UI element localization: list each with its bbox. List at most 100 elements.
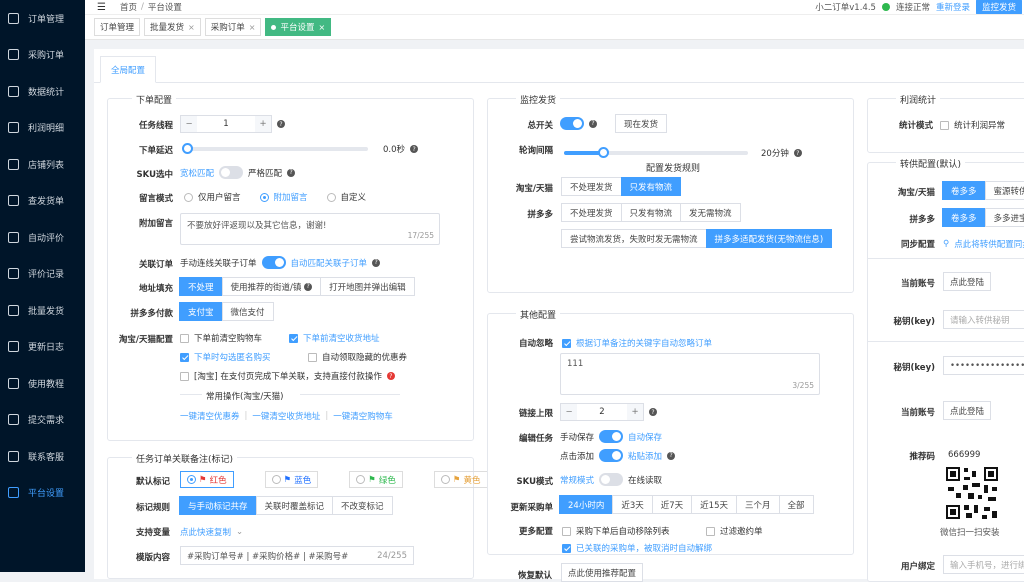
chk-filter-invite[interactable] (706, 527, 715, 536)
bind-input[interactable]: 输入手机号，进行绑定 (943, 555, 1024, 574)
chevron-down-icon[interactable]: ⌄ (236, 527, 243, 537)
help-icon[interactable]: ? (287, 169, 295, 177)
sidebar-item-13[interactable]: 平台设置 (0, 475, 85, 512)
sidebar-item-9[interactable]: 更新日志 (0, 329, 85, 366)
rule-nochange-button[interactable]: 不改变标记 (332, 496, 393, 515)
menu-toggle-icon[interactable]: ☰ (97, 2, 106, 13)
ignore-textarea[interactable]: 111 3/255 (560, 353, 820, 395)
sidebar-item-2[interactable]: 数据统计 (0, 73, 85, 110)
extra-msg-textarea[interactable]: 不要放好评返现以及其它信息，谢谢! 17/255 (180, 213, 440, 245)
update-3m-button[interactable]: 三个月 (736, 495, 780, 514)
pdd-logistics-button[interactable]: 只发有物流 (621, 203, 682, 222)
color-red-option[interactable]: ⚑红色 (180, 471, 234, 488)
sidebar-item-8[interactable]: 批量发货 (0, 292, 85, 329)
key2-input[interactable]: •••••••••••••••••••••• (943, 356, 1024, 375)
help-icon[interactable]: ? (410, 145, 418, 153)
sidebar-item-10[interactable]: 使用教程 (0, 365, 85, 402)
transfer-tb-miyuan-button[interactable]: 蜜源转供 (985, 181, 1024, 200)
master-switch[interactable] (560, 117, 584, 130)
link-order-switch[interactable] (262, 256, 286, 269)
chk-coupon[interactable] (308, 353, 317, 362)
pdd-adapt-button[interactable]: 拼多多适配发货(无物流信息) (706, 229, 833, 248)
transfer-tb-jdd-button[interactable]: 卷多多 (942, 181, 986, 200)
login-button[interactable]: 点此登陆 (943, 272, 991, 291)
update-all-button[interactable]: 全部 (779, 495, 814, 514)
help-icon[interactable]: ? (589, 120, 597, 128)
help-icon[interactable]: ? (304, 283, 312, 291)
sku-match-switch[interactable] (219, 166, 243, 179)
help-icon[interactable]: ? (667, 452, 675, 460)
thread-stepper[interactable]: − 1 + (180, 115, 272, 133)
relogin-link[interactable]: 重新登录 (936, 1, 970, 13)
key-input[interactable]: 请输入转供秘钥 (943, 310, 1024, 329)
update-7d-button[interactable]: 近7天 (652, 495, 692, 514)
sidebar-item-7[interactable]: 评价记录 (0, 256, 85, 293)
thread-minus-button[interactable]: − (181, 116, 197, 132)
sku-mode-switch[interactable] (599, 473, 623, 486)
tab-global-config[interactable]: 全局配置 (100, 56, 156, 83)
tag-tab-1[interactable]: 批量发货× (144, 18, 201, 36)
delay-slider-knob[interactable] (182, 143, 193, 154)
login2-button[interactable]: 点此登陆 (943, 401, 991, 420)
sidebar-item-3[interactable]: 利润明细 (0, 110, 85, 147)
poll-slider-knob[interactable] (598, 147, 609, 158)
sidebar-item-6[interactable]: 自动评价 (0, 219, 85, 256)
color-yellow-option[interactable]: ⚑黄色 (434, 471, 488, 488)
link-clear-coupon[interactable]: 一键清空优惠券 (180, 410, 240, 422)
update-15d-button[interactable]: 近15天 (691, 495, 737, 514)
radio-user-only[interactable] (184, 193, 193, 202)
transfer-pdd-jdd-button[interactable]: 卷多多 (942, 208, 986, 227)
tag-tab-3[interactable]: 平台设置× (265, 18, 331, 36)
sync-link[interactable]: 点此将转供配置同步 (954, 238, 1024, 250)
help-icon[interactable]: ? (794, 149, 802, 157)
tb-logistics-button[interactable]: 只发有物流 (621, 177, 682, 196)
add-mode-switch[interactable] (599, 449, 623, 462)
delay-slider[interactable] (184, 147, 368, 151)
chk-clear-cart[interactable] (180, 334, 189, 343)
chk-anonymous[interactable] (180, 353, 189, 362)
warning-help-icon[interactable]: ? (387, 372, 395, 380)
radio-append[interactable] (260, 193, 269, 202)
pdd-noship-button[interactable]: 不处理发货 (561, 203, 622, 222)
rule-coexist-button[interactable]: 与手动标记共存 (179, 496, 257, 515)
update-24h-button[interactable]: 24小时内 (559, 495, 613, 514)
sidebar-item-5[interactable]: 查发货单 (0, 183, 85, 220)
limit-minus-button[interactable]: − (561, 404, 577, 420)
help-icon[interactable]: ? (372, 259, 380, 267)
sidebar-item-12[interactable]: 联系客服 (0, 438, 85, 475)
chk-profit-abnormal[interactable] (940, 121, 949, 130)
color-blue-option[interactable]: ⚑蓝色 (265, 471, 319, 488)
help-icon[interactable]: ? (649, 408, 657, 416)
addr-map-button[interactable]: 打开地图并弹出编辑 (320, 277, 415, 296)
ship-now-button[interactable]: 现在发货 (615, 114, 667, 133)
chk-clear-address[interactable] (289, 334, 298, 343)
sidebar-item-1[interactable]: 采购订单 (0, 37, 85, 74)
close-icon[interactable]: × (249, 23, 256, 32)
thread-plus-button[interactable]: + (255, 116, 271, 132)
color-green-option[interactable]: ⚑绿色 (349, 471, 403, 488)
sidebar-item-0[interactable]: 订单管理 (0, 0, 85, 37)
tag-tab-0[interactable]: 订单管理 (94, 18, 140, 36)
sidebar-item-11[interactable]: 提交需求 (0, 402, 85, 439)
poll-slider[interactable] (564, 151, 748, 155)
tag-tab-2[interactable]: 采购订单× (205, 18, 262, 36)
reset-button[interactable]: 点此使用推荐配置 (561, 563, 643, 582)
limit-stepper[interactable]: − 2 + (560, 403, 644, 421)
close-icon[interactable]: × (188, 23, 195, 32)
chk-pay-page[interactable] (180, 372, 189, 381)
help-icon[interactable]: ? (277, 120, 285, 128)
chk-auto-remove[interactable] (562, 527, 571, 536)
tb-noship-button[interactable]: 不处理发货 (561, 177, 622, 196)
pay-alipay-button[interactable]: 支付宝 (179, 302, 223, 321)
copy-var-link[interactable]: 点此快速复制 (180, 526, 231, 538)
addr-none-button[interactable]: 不处理 (179, 277, 223, 296)
pdd-try-button[interactable]: 尝试物流发货，失败时发无需物流 (561, 229, 707, 248)
close-icon[interactable]: × (318, 23, 325, 32)
radio-custom[interactable] (327, 193, 336, 202)
update-3d-button[interactable]: 近3天 (612, 495, 652, 514)
tpl-input[interactable]: #采购订单号# | #采购价格# | #采购号# 24/255 (180, 546, 414, 565)
transfer-pdd-ddjb-button[interactable]: 多多进宝 (985, 208, 1024, 227)
monitor-button[interactable]: 监控发货 (976, 0, 1022, 15)
link-clear-cart[interactable]: 一键清空购物车 (333, 410, 393, 422)
addr-recommend-button[interactable]: 使用推荐的街道/镇 ? (222, 277, 322, 296)
